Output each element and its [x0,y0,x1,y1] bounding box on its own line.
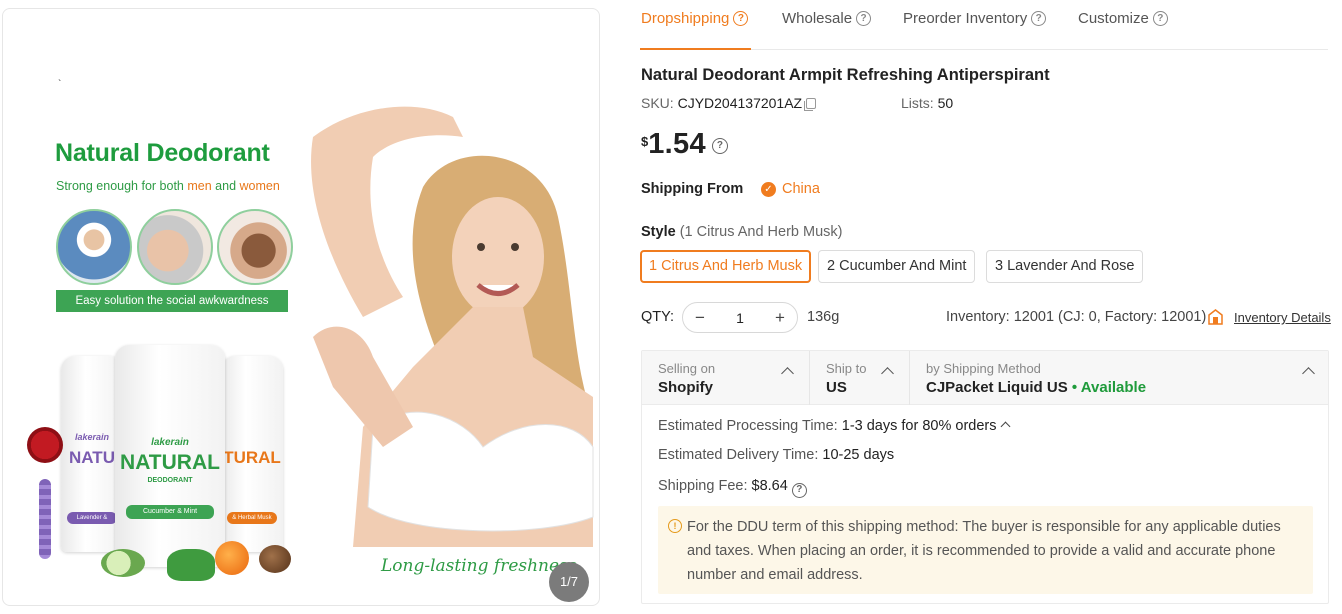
man-armpit-photo [56,209,132,285]
chevron-up-icon [781,367,794,380]
woman-photo [217,209,293,285]
promo-banner: Easy solution the social awkwardness [56,290,288,312]
quantity-value[interactable]: 1 [736,310,744,326]
chevron-up-icon [881,367,894,380]
availability-status: • Available [1071,379,1147,396]
image-pager[interactable]: 1/7 [549,562,589,602]
delivery-time: Estimated Delivery Time: 10-25 days [658,447,895,463]
sku: SKU: CJYD204137201AZ [641,95,817,111]
tab-dropshipping[interactable]: Dropshipping? [641,10,749,27]
help-icon[interactable]: ? [1031,11,1047,26]
decrement-button[interactable]: − [693,308,707,328]
cucumber-decoration [101,549,145,577]
style-option-3[interactable]: 3 Lavender And Rose [986,250,1144,283]
active-tab-indicator [640,48,751,50]
style-label: Style (1 Citrus And Herb Musk) [641,224,843,240]
model-photo [311,106,594,547]
quantity-stepper: − 1 + [682,302,798,333]
deodorant-stick-cucumber: lakerain NATURAL DEODORANT Cucumber & Mi… [115,345,225,567]
price-help-icon[interactable]: ? [711,138,728,154]
product-title: Natural Deodorant Armpit Refreshing Anti… [641,66,1050,84]
help-icon[interactable]: ? [856,11,872,26]
shipping-method-selector[interactable]: by Shipping Method CJPacket Liquid US • … [909,351,1328,405]
product-weight: 136g [807,309,840,325]
qty-label: QTY: [641,309,675,325]
tagline: Long-lasting freshness [381,556,577,576]
inventory-count: Inventory: 12001 (CJ: 0, Factory: 12001) [946,309,1207,325]
inventory-details-link[interactable]: Inventory Details [1234,310,1331,325]
lavender-decoration [39,479,51,559]
tab-preorder-inventory[interactable]: Preorder Inventory? [903,10,1047,27]
product-image-gallery[interactable]: ` Natural Deodorant Strong enough for bo… [2,8,600,606]
processing-time: Estimated Processing Time: 1-3 days for … [658,418,1010,434]
tab-wholesale[interactable]: Wholesale? [782,10,872,27]
shipping-from-option[interactable]: ✓ China [761,181,820,197]
mint-decoration [167,549,215,581]
image-artifact: ` [58,79,62,90]
shipping-from-label: Shipping From [641,181,744,197]
copy-icon[interactable] [804,98,817,111]
ship-to-selector[interactable]: Ship to US [809,351,909,405]
chevron-up-icon[interactable] [1000,421,1010,432]
woman-armpit-photo [137,209,213,285]
shipping-selector-bar: Selling on Shopify Ship to US by Shippin… [642,351,1328,405]
orange-decoration [215,541,249,575]
check-icon: ✓ [761,181,776,197]
help-icon[interactable]: ? [791,482,807,498]
promo-title: Natural Deodorant [55,139,270,167]
selling-on-selector[interactable]: Selling on Shopify [642,351,809,405]
promo-subtitle: Strong enough for both men and women [56,179,280,193]
price: $ 1.54 ? [641,128,728,161]
ddu-notice: ! For the DDU term of this shipping meth… [658,506,1313,594]
tab-customize[interactable]: Customize? [1078,10,1168,27]
shipping-fee: Shipping Fee: $8.64? [658,478,807,498]
warehouse-icon [1208,309,1223,325]
rose-decoration [27,427,63,463]
warning-icon: ! [668,519,682,533]
deodorant-stick-herbal: TURAL & Herbal Musk [221,356,283,552]
style-option-1[interactable]: 1 Citrus And Herb Musk [640,250,812,283]
help-icon[interactable]: ? [1152,11,1168,26]
increment-button[interactable]: + [773,308,787,328]
deodorant-stick-lavender: lakerain NATU Lavender & [61,356,123,552]
help-icon[interactable]: ? [733,11,749,26]
lists-count: Lists: 50 [901,95,954,111]
nutmeg-decoration [259,545,291,573]
style-option-2[interactable]: 2 Cucumber And Mint [818,250,976,283]
shipping-panel: Selling on Shopify Ship to US by Shippin… [641,350,1329,604]
chevron-up-icon [1302,367,1315,380]
